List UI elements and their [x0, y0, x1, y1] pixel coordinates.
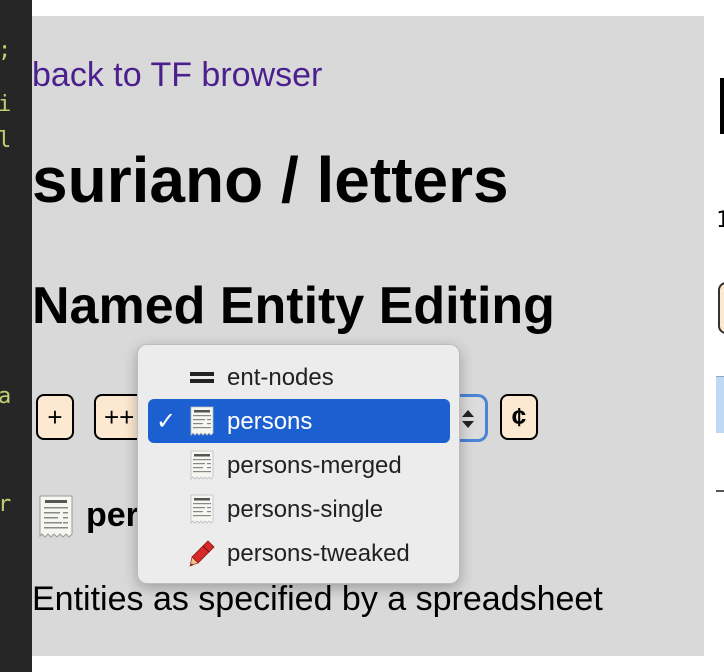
menu-item-label: persons-tweaked — [227, 540, 410, 567]
crayon-icon — [189, 540, 215, 567]
entity-set-dropdown-menu: ent-nodes ✓ persons persons-merged perso… — [137, 344, 460, 584]
adjacent-text-fragment: 1 — [716, 208, 724, 233]
menu-item-persons-tweaked[interactable]: persons-tweaked — [148, 531, 450, 575]
menu-item-label: ent-nodes — [227, 364, 334, 391]
page-title: suriano / letters — [32, 144, 509, 216]
menu-item-persons-single[interactable]: persons-single — [148, 487, 450, 531]
editor-char: i — [0, 92, 12, 117]
editor-margin: ; i l a r — [0, 0, 32, 672]
adjacent-highlight-fragment — [716, 376, 724, 433]
menu-item-persons[interactable]: ✓ persons — [148, 399, 450, 443]
adjacent-window-edge: 1 — [704, 0, 724, 672]
select-stepper-icon — [462, 410, 474, 428]
editor-char: l — [0, 128, 12, 153]
adjacent-divider — [716, 490, 724, 492]
receipt-icon — [190, 494, 214, 524]
menu-item-label: persons-merged — [227, 452, 402, 479]
editor-char: a — [0, 384, 12, 409]
menu-item-label: persons-single — [227, 496, 384, 523]
receipt-icon — [190, 450, 214, 480]
checkmark-icon: ✓ — [156, 408, 177, 435]
receipt-icon — [39, 495, 73, 538]
adjacent-button-fragment[interactable] — [718, 282, 724, 334]
cent-button[interactable]: ¢ — [500, 394, 538, 440]
editor-char: r — [0, 492, 12, 517]
receipt-icon — [190, 406, 214, 436]
section-title: Named Entity Editing — [32, 277, 555, 335]
menu-item-persons-merged[interactable]: persons-merged — [148, 443, 450, 487]
entity-set-name: per — [86, 496, 139, 534]
editor-char: ; — [0, 38, 11, 63]
adjacent-heading-fragment — [720, 78, 724, 134]
menu-item-label: persons — [227, 408, 313, 435]
add-button[interactable]: + — [36, 394, 74, 440]
back-to-browser-link[interactable]: back to TF browser — [32, 56, 322, 95]
equals-icon — [190, 372, 214, 383]
entity-set-description: Entities as specified by a spreadsheet — [32, 580, 603, 618]
menu-item-ent-nodes[interactable]: ent-nodes — [148, 355, 450, 399]
